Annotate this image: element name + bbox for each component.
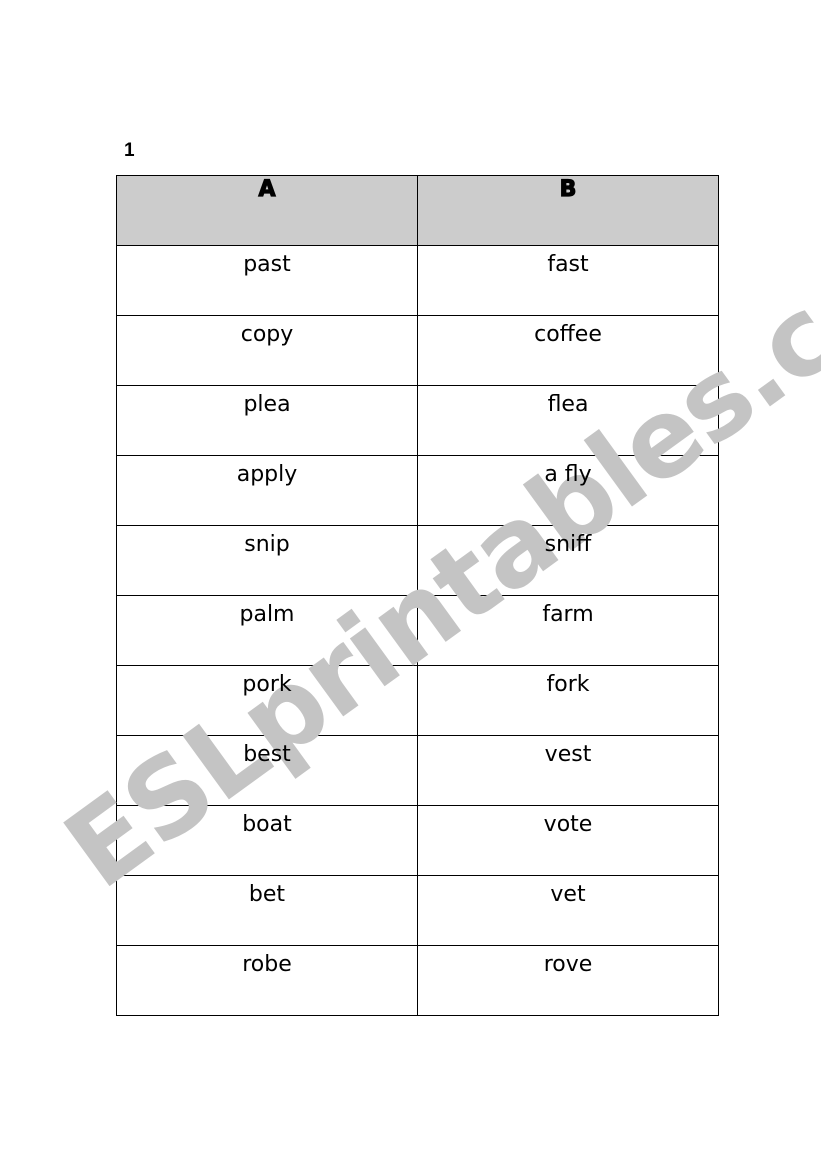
exercise-number: 1 [124, 140, 135, 161]
word-pairs-table: A B past fast copy coffee plea flea apply a fly… [116, 175, 719, 1016]
cell-word-b: farm [417, 595, 719, 666]
cell-word-b: rove [417, 945, 719, 1016]
cell-word-b: flea [417, 385, 719, 456]
cell-word-a: boat [116, 805, 418, 876]
table-row: palm farm [116, 595, 719, 666]
cell-word-a: copy [116, 315, 418, 386]
word: plea [243, 392, 291, 417]
word: vote [543, 812, 593, 837]
word: past [243, 252, 291, 277]
word: flea [547, 392, 589, 417]
table-row: past fast [116, 245, 719, 316]
cell-word-b: fork [417, 665, 719, 736]
word: snip [244, 532, 290, 557]
word: fork [546, 672, 590, 697]
cell-word-b: vote [417, 805, 719, 876]
cell-word-a: best [116, 735, 418, 806]
word: apply [236, 462, 298, 487]
cell-word-b: coffee [417, 315, 719, 386]
cell-word-b: vest [417, 735, 719, 806]
word: copy [240, 322, 294, 347]
column-header-a: A [116, 175, 418, 246]
word: best [243, 742, 291, 767]
word: vet [550, 882, 586, 907]
word: boat [242, 812, 292, 837]
word: bet [248, 882, 286, 907]
word: sniff [544, 532, 592, 557]
word: a fly [544, 462, 592, 487]
column-header-a-label: A [258, 177, 276, 202]
table-row: snip sniff [116, 525, 719, 596]
cell-word-a: apply [116, 455, 418, 526]
word: coffee [534, 322, 602, 347]
table-row: plea flea [116, 385, 719, 456]
cell-word-a: pork [116, 665, 418, 736]
column-header-b-label: B [559, 177, 577, 202]
word: fast [547, 252, 589, 277]
cell-word-b: fast [417, 245, 719, 316]
table-row: bet vet [116, 875, 719, 946]
table-row: boat vote [116, 805, 719, 876]
cell-word-a: past [116, 245, 418, 316]
cell-word-a: plea [116, 385, 418, 456]
table-row: apply a fly [116, 455, 719, 526]
cell-word-b: vet [417, 875, 719, 946]
word: vest [544, 742, 592, 767]
cell-word-a: palm [116, 595, 418, 666]
cell-word-a: bet [116, 875, 418, 946]
word: palm [239, 602, 295, 627]
table-row: copy coffee [116, 315, 719, 386]
table-row: robe rove [116, 945, 719, 1016]
table-row: pork fork [116, 665, 719, 736]
word: rove [543, 952, 593, 977]
word: farm [542, 602, 594, 627]
table-row: best vest [116, 735, 719, 806]
cell-word-a: snip [116, 525, 418, 596]
word: robe [242, 952, 292, 977]
cell-word-b: sniff [417, 525, 719, 596]
header-row: A B [116, 175, 719, 246]
cell-word-b: a fly [417, 455, 719, 526]
word: pork [242, 672, 292, 697]
cell-word-a: robe [116, 945, 418, 1016]
column-header-b: B [417, 175, 719, 246]
